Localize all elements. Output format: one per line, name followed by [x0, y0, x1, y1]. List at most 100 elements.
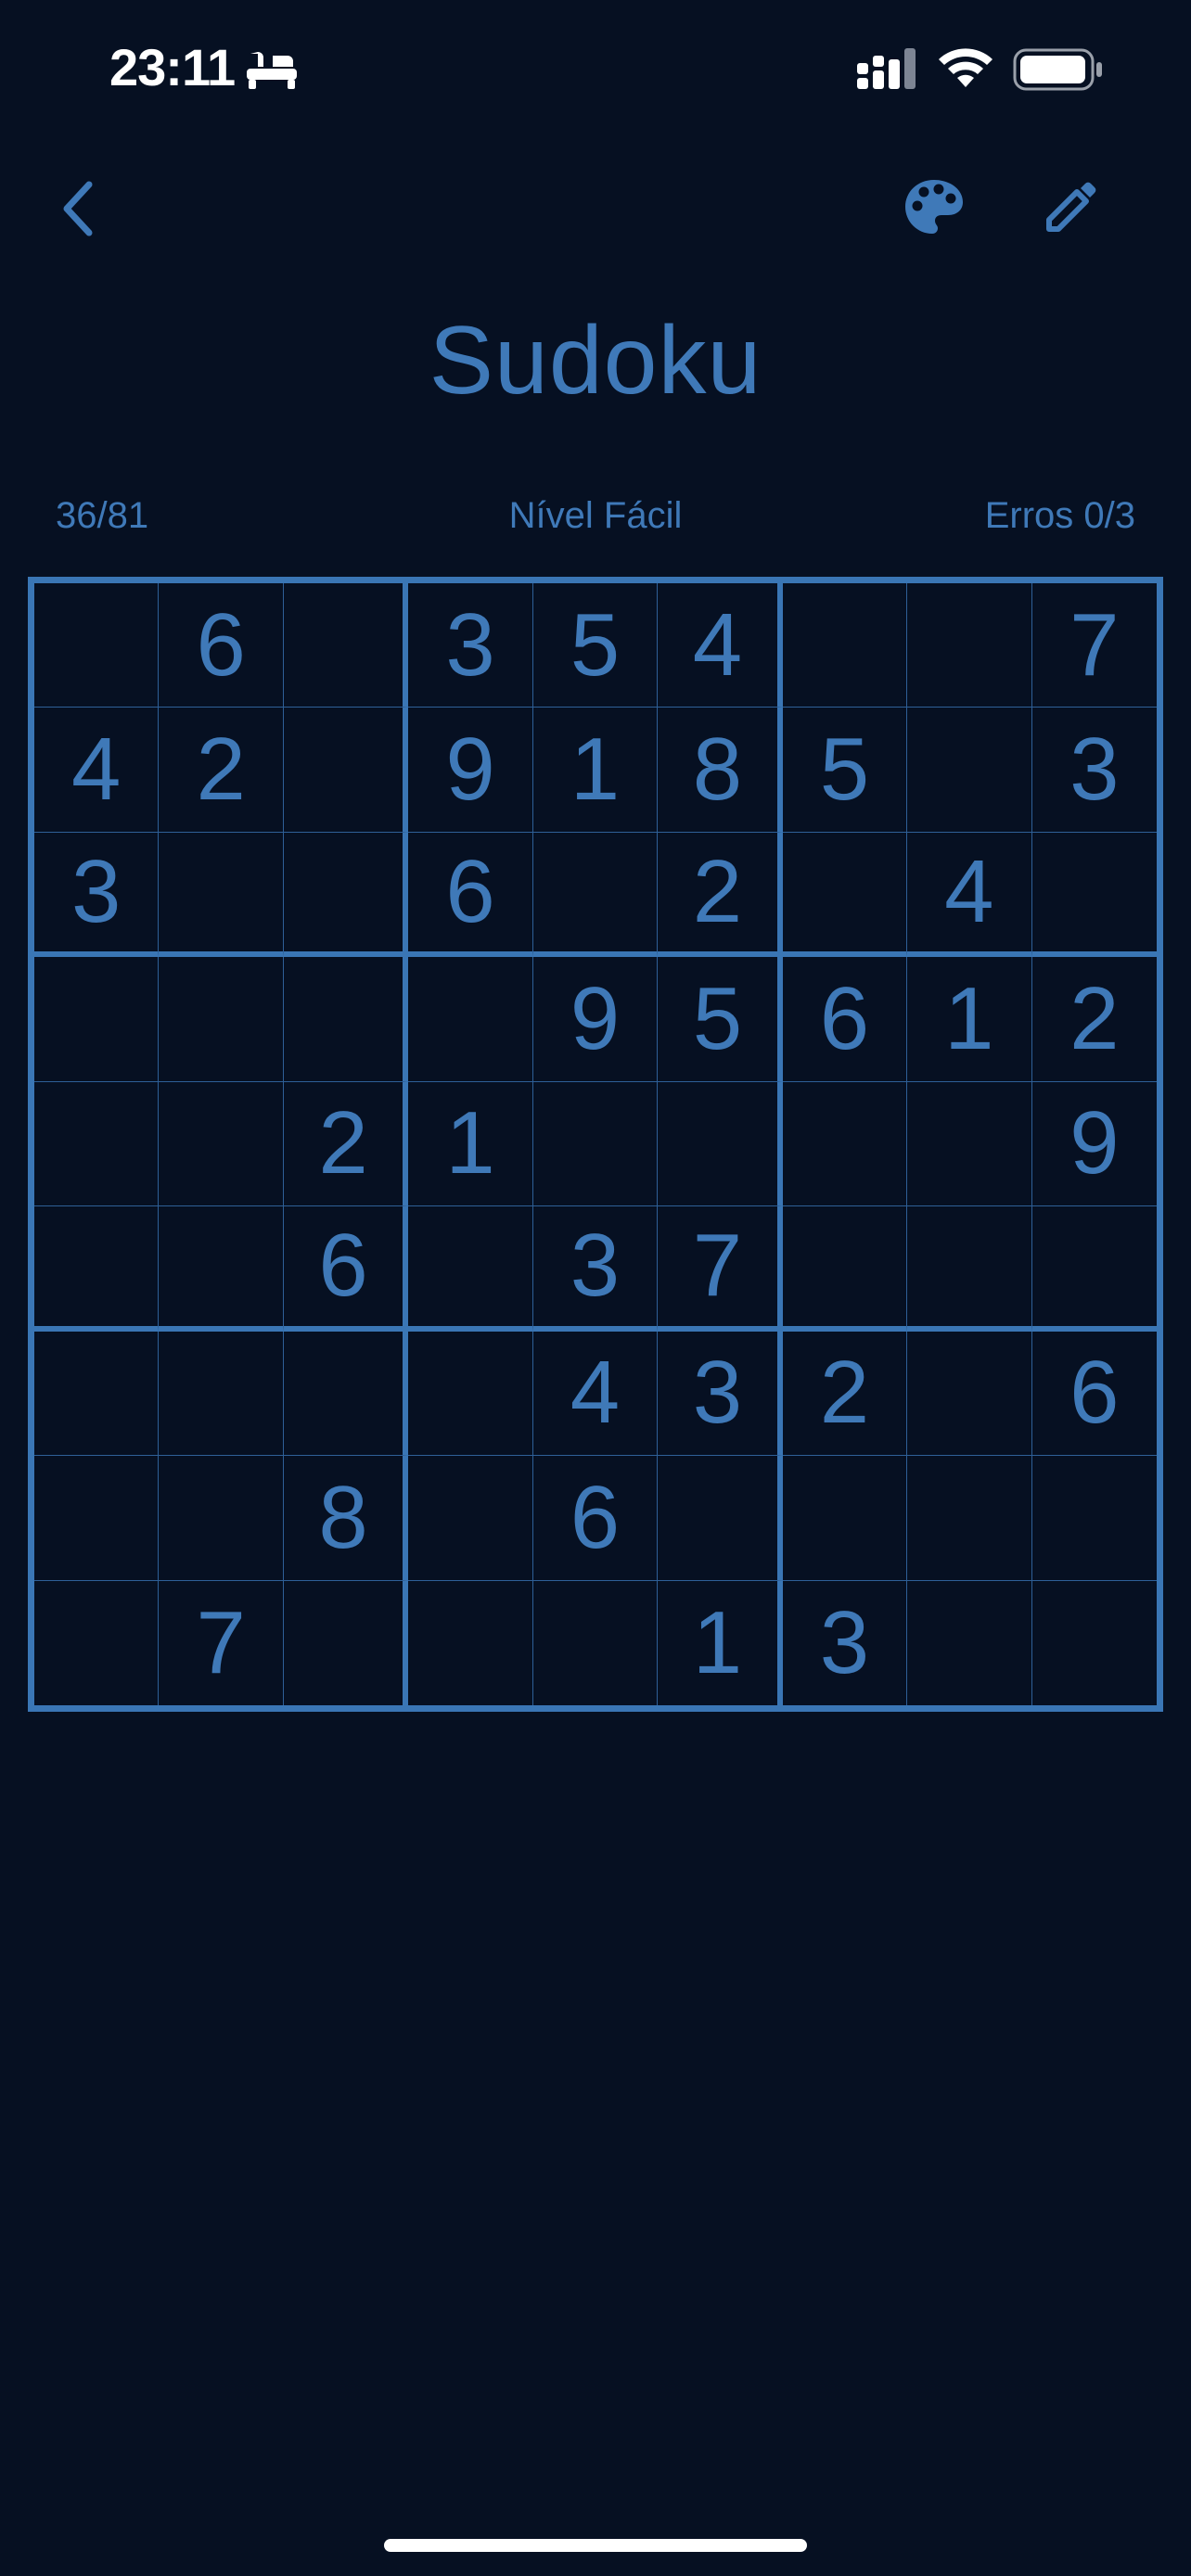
sudoku-cell[interactable] [283, 583, 409, 708]
sudoku-cell[interactable]: 6 [532, 1456, 659, 1581]
sudoku-cell[interactable]: 4 [907, 832, 1032, 958]
sudoku-cell[interactable]: 3 [34, 832, 160, 958]
theme-palette-button[interactable] [900, 172, 968, 241]
wifi-icon [939, 48, 992, 87]
sudoku-cell[interactable] [907, 1206, 1032, 1332]
sudoku-cell[interactable]: 4 [532, 1331, 659, 1457]
sudoku-cell[interactable]: 7 [658, 1206, 783, 1332]
sudoku-cell[interactable]: 5 [782, 708, 908, 833]
sudoku-cell[interactable] [159, 1331, 284, 1457]
sudoku-cell[interactable] [658, 1456, 783, 1581]
sudoku-cell[interactable] [159, 1456, 284, 1581]
sudoku-cell[interactable] [907, 1456, 1032, 1581]
page-title: Sudoku [429, 307, 762, 414]
sudoku-cell[interactable] [1032, 1581, 1157, 1705]
sudoku-cell[interactable] [34, 1456, 160, 1581]
sudoku-cell[interactable] [283, 832, 409, 958]
sudoku-cell[interactable]: 9 [1031, 1082, 1157, 1207]
battery-icon [1013, 48, 1102, 91]
sudoku-cell[interactable] [159, 832, 284, 958]
sudoku-cell[interactable] [532, 832, 659, 958]
sudoku-cell[interactable] [907, 583, 1032, 708]
sudoku-cell[interactable] [1031, 1206, 1157, 1332]
sudoku-cell[interactable]: 8 [658, 708, 783, 833]
sudoku-cell[interactable] [34, 1206, 160, 1332]
sudoku-cell[interactable]: 2 [283, 1081, 409, 1207]
palette-icon [905, 180, 963, 234]
sudoku-cell[interactable]: 3 [408, 583, 533, 708]
sudoku-cell[interactable] [408, 1456, 533, 1581]
status-time: 23:11 [109, 38, 236, 96]
sudoku-cell[interactable]: 8 [283, 1456, 409, 1581]
sudoku-cell[interactable]: 7 [1031, 583, 1157, 708]
sudoku-cell[interactable] [408, 1331, 533, 1457]
sudoku-cell[interactable]: 6 [283, 1206, 409, 1332]
home-indicator [384, 2539, 807, 2552]
sudoku-cell[interactable] [34, 1580, 160, 1705]
sudoku-cell[interactable]: 6 [1031, 1332, 1157, 1457]
difficulty-level: Nível Fácil [508, 495, 683, 536]
sudoku-cell[interactable]: 7 [159, 1580, 284, 1705]
sudoku-cell[interactable] [782, 1081, 908, 1207]
sudoku-cell[interactable]: 9 [408, 708, 533, 833]
sudoku-cell[interactable] [1031, 833, 1157, 958]
sudoku-cell[interactable]: 6 [408, 832, 533, 958]
sudoku-cell[interactable]: 1 [658, 1580, 783, 1705]
sudoku-cell[interactable]: 1 [532, 708, 659, 833]
sudoku-cell[interactable]: 9 [532, 957, 659, 1082]
sudoku-cell[interactable] [159, 1081, 284, 1207]
sudoku-cell[interactable] [532, 1081, 659, 1207]
sudoku-cell[interactable] [283, 1331, 409, 1457]
sudoku-cell[interactable] [658, 1081, 783, 1207]
sudoku-cell[interactable]: 4 [34, 708, 160, 833]
chevron-left-icon [63, 181, 93, 236]
sudoku-cell[interactable] [907, 708, 1032, 833]
sudoku-cell[interactable] [907, 1580, 1032, 1705]
game-info-row: 36/81 Nível Fácil Erros 0/3 [56, 495, 1135, 547]
sudoku-cell[interactable] [1031, 1456, 1157, 1581]
sudoku-cell[interactable] [159, 957, 284, 1082]
sudoku-cell[interactable]: 5 [532, 583, 659, 708]
sudoku-cell[interactable] [782, 832, 908, 958]
progress-counter: 36/81 [56, 495, 149, 536]
sudoku-cell[interactable]: 2 [658, 832, 783, 958]
sudoku-cell[interactable] [283, 957, 409, 1082]
sudoku-cell[interactable]: 3 [658, 1331, 783, 1457]
sudoku-cell[interactable] [782, 1456, 908, 1581]
sudoku-cell[interactable]: 2 [159, 708, 284, 833]
sudoku-cell[interactable]: 5 [658, 957, 783, 1082]
sleep-icon [247, 52, 297, 89]
sudoku-cell[interactable]: 4 [658, 583, 783, 708]
sudoku-cell[interactable]: 1 [408, 1081, 533, 1207]
sudoku-board: 635474291853362495612219637432686713 [28, 577, 1163, 1712]
sudoku-cell[interactable] [907, 1331, 1032, 1457]
sudoku-cell[interactable] [408, 1206, 533, 1332]
sudoku-cell[interactable] [34, 583, 160, 708]
sudoku-cell[interactable] [34, 957, 160, 1082]
sudoku-cell[interactable]: 2 [782, 1331, 908, 1457]
sudoku-cell[interactable] [34, 1331, 160, 1457]
error-counter: Erros 0/3 [984, 495, 1135, 536]
sudoku-cell[interactable]: 3 [1031, 708, 1157, 833]
sudoku-cell[interactable]: 2 [1031, 957, 1157, 1082]
edit-notes-button[interactable] [1035, 172, 1104, 241]
back-button[interactable] [48, 167, 108, 250]
sudoku-cell[interactable] [34, 1081, 160, 1207]
pencil-icon [1046, 182, 1096, 232]
sudoku-cell[interactable] [533, 1580, 659, 1705]
sudoku-cell[interactable] [408, 957, 533, 1082]
sudoku-cell[interactable]: 3 [783, 1580, 908, 1705]
sudoku-cell[interactable]: 3 [532, 1206, 659, 1332]
signal-icon [857, 48, 916, 89]
status-bar: 23:11 [0, 0, 1191, 139]
sudoku-cell[interactable] [782, 1206, 908, 1332]
sudoku-cell[interactable] [284, 1580, 409, 1705]
sudoku-cell[interactable] [283, 708, 409, 833]
sudoku-cell[interactable] [907, 1081, 1032, 1207]
sudoku-cell[interactable] [159, 1206, 284, 1332]
sudoku-cell[interactable] [408, 1580, 533, 1705]
sudoku-cell[interactable] [782, 583, 908, 708]
sudoku-cell[interactable]: 6 [159, 583, 284, 708]
sudoku-cell[interactable]: 1 [907, 957, 1032, 1082]
sudoku-cell[interactable]: 6 [782, 957, 908, 1082]
